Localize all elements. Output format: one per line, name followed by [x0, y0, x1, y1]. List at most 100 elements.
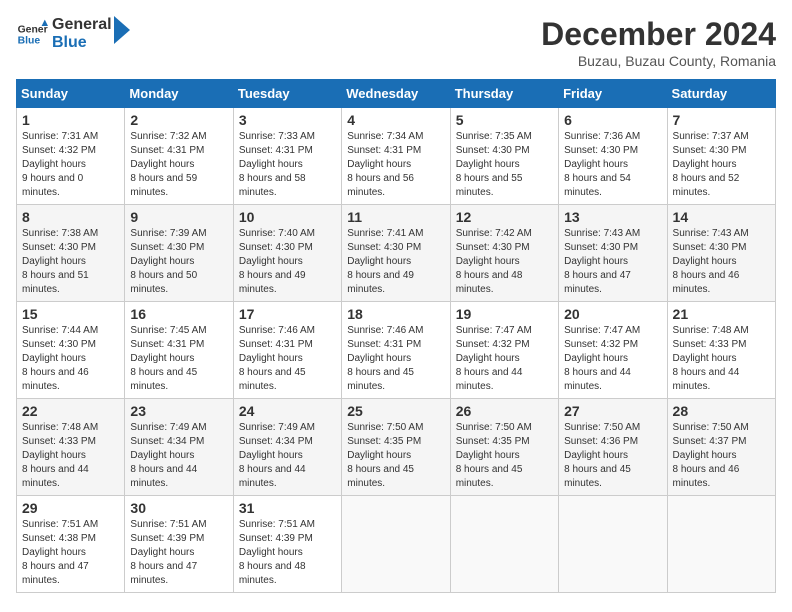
day-info: Sunrise: 7:46 AM Sunset: 4:31 PM Dayligh…: [347, 324, 444, 394]
daylight-label: Daylight hours: [130, 450, 194, 461]
sunrise-label: Sunrise: 7:46 AM: [239, 325, 315, 336]
logo-arrow-icon: [112, 16, 132, 44]
calendar-cell: 14 Sunrise: 7:43 AM Sunset: 4:30 PM Dayl…: [667, 205, 775, 302]
calendar-cell: 13 Sunrise: 7:43 AM Sunset: 4:30 PM Dayl…: [559, 205, 667, 302]
calendar-week-row: 15 Sunrise: 7:44 AM Sunset: 4:30 PM Dayl…: [17, 302, 776, 399]
page-header: General Blue General Blue December 2024 …: [16, 16, 776, 69]
calendar-title: December 2024: [541, 16, 776, 53]
sunrise-label: Sunrise: 7:31 AM: [22, 131, 98, 142]
sunrise-label: Sunrise: 7:33 AM: [239, 131, 315, 142]
day-number: 24: [239, 403, 336, 419]
sunrise-label: Sunrise: 7:48 AM: [673, 325, 749, 336]
daylight-value: 8 hours and 45 minutes.: [239, 367, 306, 392]
sunset-label: Sunset: 4:39 PM: [130, 533, 204, 544]
calendar-cell: [559, 496, 667, 593]
daylight-value: 8 hours and 48 minutes.: [239, 561, 306, 586]
calendar-cell: 20 Sunrise: 7:47 AM Sunset: 4:32 PM Dayl…: [559, 302, 667, 399]
daylight-value: 8 hours and 49 minutes.: [239, 270, 306, 295]
daylight-label: Daylight hours: [347, 256, 411, 267]
daylight-value: 8 hours and 47 minutes.: [564, 270, 631, 295]
sunset-label: Sunset: 4:33 PM: [673, 339, 747, 350]
daylight-value: 8 hours and 46 minutes.: [22, 367, 89, 392]
day-info: Sunrise: 7:34 AM Sunset: 4:31 PM Dayligh…: [347, 130, 444, 200]
day-number: 14: [673, 209, 770, 225]
daylight-label: Daylight hours: [456, 353, 520, 364]
logo-blue: Blue: [52, 34, 112, 52]
svg-text:Blue: Blue: [18, 35, 41, 46]
weekday-header-thursday: Thursday: [450, 80, 558, 108]
daylight-label: Daylight hours: [564, 450, 628, 461]
calendar-week-row: 29 Sunrise: 7:51 AM Sunset: 4:38 PM Dayl…: [17, 496, 776, 593]
daylight-label: Daylight hours: [673, 256, 737, 267]
day-number: 10: [239, 209, 336, 225]
daylight-label: Daylight hours: [673, 450, 737, 461]
day-number: 26: [456, 403, 553, 419]
sunset-label: Sunset: 4:32 PM: [456, 339, 530, 350]
sunset-label: Sunset: 4:31 PM: [239, 339, 313, 350]
daylight-label: Daylight hours: [239, 547, 303, 558]
sunrise-label: Sunrise: 7:47 AM: [564, 325, 640, 336]
sunset-label: Sunset: 4:35 PM: [456, 436, 530, 447]
sunrise-label: Sunrise: 7:51 AM: [239, 519, 315, 530]
daylight-value: 8 hours and 44 minutes.: [22, 464, 89, 489]
day-info: Sunrise: 7:37 AM Sunset: 4:30 PM Dayligh…: [673, 130, 770, 200]
daylight-value: 8 hours and 44 minutes.: [456, 367, 523, 392]
day-info: Sunrise: 7:47 AM Sunset: 4:32 PM Dayligh…: [456, 324, 553, 394]
svg-text:General: General: [18, 24, 48, 35]
daylight-value: 8 hours and 44 minutes.: [564, 367, 631, 392]
day-number: 2: [130, 112, 227, 128]
calendar-cell: 5 Sunrise: 7:35 AM Sunset: 4:30 PM Dayli…: [450, 108, 558, 205]
day-number: 20: [564, 306, 661, 322]
sunrise-label: Sunrise: 7:36 AM: [564, 131, 640, 142]
daylight-value: 8 hours and 49 minutes.: [347, 270, 414, 295]
daylight-value: 8 hours and 54 minutes.: [564, 173, 631, 198]
day-info: Sunrise: 7:49 AM Sunset: 4:34 PM Dayligh…: [130, 421, 227, 491]
day-info: Sunrise: 7:42 AM Sunset: 4:30 PM Dayligh…: [456, 227, 553, 297]
calendar-cell: 23 Sunrise: 7:49 AM Sunset: 4:34 PM Dayl…: [125, 399, 233, 496]
sunset-label: Sunset: 4:30 PM: [239, 242, 313, 253]
daylight-label: Daylight hours: [673, 159, 737, 170]
day-number: 18: [347, 306, 444, 322]
daylight-value: 8 hours and 44 minutes.: [673, 367, 740, 392]
day-number: 7: [673, 112, 770, 128]
sunset-label: Sunset: 4:31 PM: [347, 145, 421, 156]
sunset-label: Sunset: 4:30 PM: [564, 145, 638, 156]
day-info: Sunrise: 7:43 AM Sunset: 4:30 PM Dayligh…: [673, 227, 770, 297]
weekday-header-friday: Friday: [559, 80, 667, 108]
sunset-label: Sunset: 4:30 PM: [564, 242, 638, 253]
calendar-cell: 24 Sunrise: 7:49 AM Sunset: 4:34 PM Dayl…: [233, 399, 341, 496]
daylight-value: 8 hours and 45 minutes.: [347, 367, 414, 392]
day-number: 28: [673, 403, 770, 419]
calendar-cell: [667, 496, 775, 593]
sunset-label: Sunset: 4:33 PM: [22, 436, 96, 447]
day-info: Sunrise: 7:48 AM Sunset: 4:33 PM Dayligh…: [673, 324, 770, 394]
sunrise-label: Sunrise: 7:43 AM: [564, 228, 640, 239]
sunset-label: Sunset: 4:30 PM: [22, 339, 96, 350]
sunrise-label: Sunrise: 7:46 AM: [347, 325, 423, 336]
day-info: Sunrise: 7:47 AM Sunset: 4:32 PM Dayligh…: [564, 324, 661, 394]
sunrise-label: Sunrise: 7:50 AM: [456, 422, 532, 433]
calendar-cell: [342, 496, 450, 593]
day-number: 23: [130, 403, 227, 419]
day-number: 13: [564, 209, 661, 225]
day-number: 9: [130, 209, 227, 225]
daylight-label: Daylight hours: [564, 159, 628, 170]
daylight-label: Daylight hours: [456, 159, 520, 170]
day-number: 27: [564, 403, 661, 419]
daylight-value: 8 hours and 45 minutes.: [347, 464, 414, 489]
calendar-cell: 12 Sunrise: 7:42 AM Sunset: 4:30 PM Dayl…: [450, 205, 558, 302]
sunrise-label: Sunrise: 7:37 AM: [673, 131, 749, 142]
daylight-label: Daylight hours: [239, 256, 303, 267]
sunrise-label: Sunrise: 7:49 AM: [239, 422, 315, 433]
daylight-label: Daylight hours: [347, 353, 411, 364]
day-number: 19: [456, 306, 553, 322]
sunrise-label: Sunrise: 7:50 AM: [347, 422, 423, 433]
sunset-label: Sunset: 4:36 PM: [564, 436, 638, 447]
sunset-label: Sunset: 4:39 PM: [239, 533, 313, 544]
daylight-label: Daylight hours: [22, 159, 86, 170]
daylight-value: 9 hours and 0 minutes.: [22, 173, 83, 198]
day-number: 12: [456, 209, 553, 225]
sunrise-label: Sunrise: 7:50 AM: [564, 422, 640, 433]
sunset-label: Sunset: 4:31 PM: [130, 145, 204, 156]
weekday-header-saturday: Saturday: [667, 80, 775, 108]
